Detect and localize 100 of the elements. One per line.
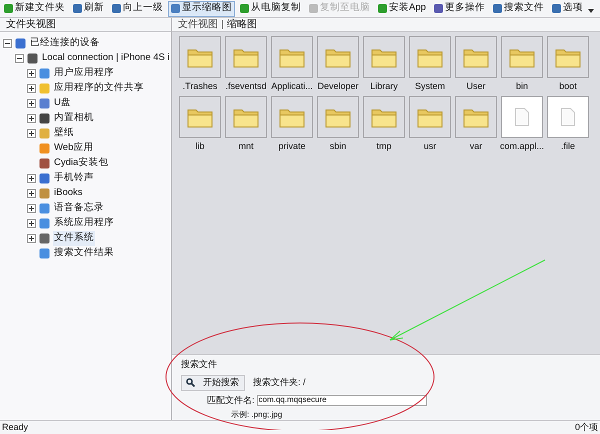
item-icon [39,218,50,229]
file-thumbnail[interactable] [547,96,589,138]
tree-item[interactable]: 用户应用程序 [53,66,115,81]
toolbar-icon [309,4,318,13]
toolbar-button[interactable]: 选项 [548,0,586,16]
file-name: lib [195,140,204,153]
toolbar-button[interactable]: 显示缩略图 [168,0,235,16]
toolbar-button[interactable]: 更多操作 [430,0,488,16]
file-icon [515,108,529,126]
toolbar-icon [378,4,387,13]
file-thumbnail[interactable] [271,96,313,138]
item-icon [39,113,50,124]
tree-item[interactable]: Local connection | iPhone 4S i [41,51,171,66]
tree-item[interactable]: 系统应用程序 [53,216,115,231]
item-icon [39,68,50,79]
file-name: User [466,80,486,93]
file-name: var [470,140,482,153]
file-name: .fseventsd [225,80,267,93]
item-icon [39,248,50,259]
file-thumbnail[interactable] [179,36,221,78]
file-thumbnail[interactable] [179,96,221,138]
toolbar-icon [4,4,13,13]
file-thumbnail[interactable] [455,96,497,138]
status-text: Ready [2,420,28,434]
toolbar-button[interactable]: 安装App [375,0,429,16]
view-tab[interactable]: 文件视图 [178,17,218,32]
file-name: tmp [376,140,392,153]
expand-icon[interactable] [27,114,36,123]
toolbar-button[interactable]: 搜索文件 [490,0,547,16]
toolbar-icon [240,4,249,13]
tree-item[interactable]: 已经连接的设备 [29,36,101,51]
file-name: mnt [238,140,254,153]
item-count: 0个项 [574,420,598,434]
file-name: Applicati... [271,80,313,93]
tree-item[interactable]: 文件系统 [53,231,95,246]
item-icon [39,233,50,244]
file-thumbnail[interactable] [409,36,451,78]
tree-item[interactable]: 壁纸 [53,126,75,141]
file-thumbnail[interactable] [455,36,497,78]
toolbar-icon [492,4,502,13]
file-name: .file [560,140,575,153]
expand-icon[interactable] [27,84,36,93]
item-icon [39,83,50,94]
field-label: 匹配文件名: [207,394,255,406]
file-thumbnail[interactable] [409,96,451,138]
file-thumbnail[interactable] [317,96,359,138]
expand-icon[interactable] [27,69,36,78]
tree-item[interactable]: 搜索文件结果 [53,246,115,261]
view-tab[interactable]: 缩略图 [227,17,257,32]
filename-field[interactable]: com.qq.mqqsecure [256,394,427,406]
toolbar-icon [112,4,121,13]
collapse-icon[interactable] [15,54,24,63]
tree-item[interactable]: U盘 [53,96,72,111]
item-icon [39,158,50,169]
expand-icon[interactable] [27,219,36,228]
item-icon [39,188,50,199]
panel-title: 搜索文件 [181,358,218,371]
file-name: private [278,140,306,153]
file-name: sbin [330,140,346,153]
file-name: System [414,80,445,93]
expand-icon[interactable] [27,99,36,108]
expand-icon[interactable] [27,189,36,198]
file-thumbnail[interactable] [501,36,543,78]
file-thumbnail[interactable] [225,36,267,78]
tree-item[interactable]: 应用程序的文件共享 [53,81,145,96]
example-hint: 示例: .png;.jpg [230,410,284,420]
search-icon [186,378,195,387]
file-thumbnail[interactable] [363,36,405,78]
item-icon [39,173,50,184]
tree-item[interactable]: iBooks [53,186,84,201]
file-thumbnail[interactable] [317,36,359,78]
start-search-button[interactable]: 开始搜索 [181,374,245,390]
expand-icon[interactable] [27,174,36,183]
tree-item[interactable]: Web应用 [53,141,94,156]
expand-icon[interactable] [27,204,36,213]
file-name: boot [559,80,577,93]
expand-icon[interactable] [27,234,36,243]
toolbar-button[interactable]: 从电脑复制 [237,0,304,16]
toolbar-icon [171,4,180,13]
item-icon [39,98,50,109]
tree-item[interactable]: Cydia安装包 [53,156,110,171]
toolbar-button[interactable]: 新建文件夹 [1,0,68,16]
file-name: Developer [317,80,359,93]
item-icon [15,38,26,49]
collapse-icon[interactable] [3,39,12,48]
toolbar-button[interactable]: 向上一级 [109,0,166,16]
item-icon [39,203,50,214]
file-thumbnail[interactable] [271,36,313,78]
file-thumbnail[interactable] [501,96,543,138]
file-thumbnail[interactable] [363,96,405,138]
toolbar-icon [434,4,443,13]
toolbar-button[interactable]: 刷新 [70,0,107,16]
file-thumbnail[interactable] [547,36,589,78]
tree-item[interactable]: 内置相机 [53,111,95,126]
tree-item[interactable]: 语音备忘录 [53,201,105,216]
file-name: .Trashes [182,80,218,93]
item-icon [27,53,38,64]
tree-item[interactable]: 手机铃声 [53,171,95,186]
expand-icon[interactable] [27,129,36,138]
file-thumbnail[interactable] [225,96,267,138]
